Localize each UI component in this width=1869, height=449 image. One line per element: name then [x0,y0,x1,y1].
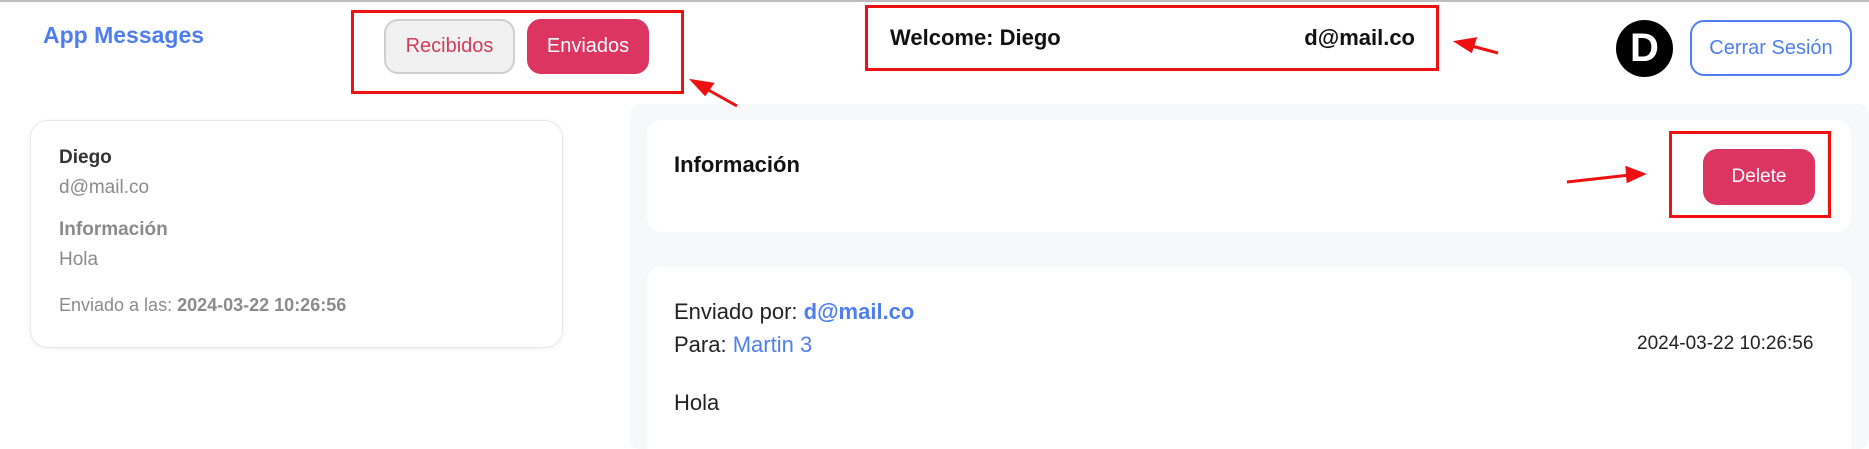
detail-recipient: Para: Martin 3 [674,332,812,358]
message-list-item[interactable]: Diego d@mail.co Información Hola Enviado… [30,120,563,348]
message-preview: Hola [59,249,99,270]
detail-title: Información [674,152,800,177]
message-subject: Información [59,219,168,240]
detail-body-card [647,267,1851,449]
avatar[interactable]: D [1616,20,1673,77]
sent-at-value: 2024-03-22 10:26:56 [177,295,347,315]
sent-at-label: Enviado a las: [59,295,173,315]
detail-body: Hola [674,390,720,415]
annotation-box-tabs [351,10,684,94]
top-divider [0,0,1869,2]
logout-button[interactable]: Cerrar Sesión [1690,20,1852,76]
detail-date: 2024-03-22 10:26:56 [1637,333,1814,354]
app-title[interactable]: App Messages [43,22,204,49]
detail-sent-by: Enviado por: d@mail.co [674,299,914,325]
message-sender-email: d@mail.co [59,177,150,198]
annotation-box-delete [1669,131,1831,218]
sent-by-email[interactable]: d@mail.co [804,299,915,324]
to-value[interactable]: Martin 3 [733,332,812,357]
to-label: Para: [674,332,727,357]
sent-by-label: Enviado por: [674,299,798,324]
message-sender-name: Diego [59,147,112,168]
arrow-head-welcome [1452,37,1478,54]
arrow-to-welcome [1467,43,1499,55]
arrow-head-tabs [688,78,715,97]
message-sent-info: Enviado a las: 2024-03-22 10:26:56 [59,295,534,316]
annotation-box-welcome [865,5,1439,71]
